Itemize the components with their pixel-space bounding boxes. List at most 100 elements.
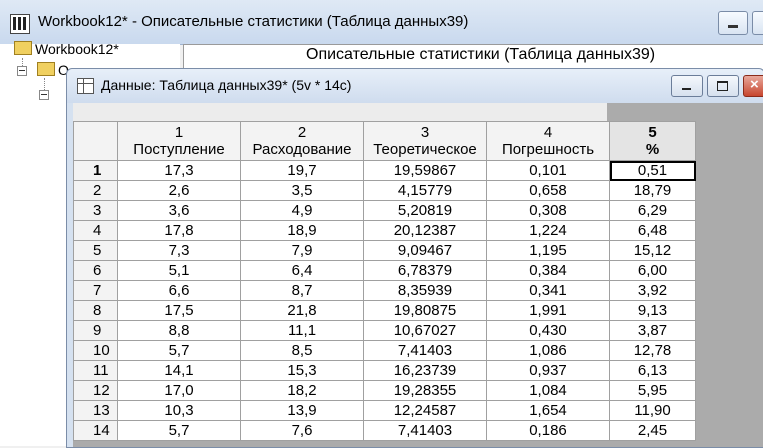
table-cell[interactable]: 7,41403 xyxy=(363,340,487,361)
table-cell[interactable]: 20,12387 xyxy=(363,220,487,241)
table-cell[interactable]: 0,51 xyxy=(609,160,696,181)
table-cell[interactable]: 9,09467 xyxy=(363,240,487,261)
table-cell[interactable]: 17,5 xyxy=(117,300,241,321)
column-header-3[interactable]: 3 Теоретическое xyxy=(363,121,487,161)
table-cell[interactable]: 13,9 xyxy=(240,400,364,421)
table-cell[interactable]: 1,654 xyxy=(486,400,610,421)
tree-collapse-icon[interactable] xyxy=(17,66,27,76)
row-header[interactable]: 8 xyxy=(73,300,118,321)
table-cell[interactable]: 16,23739 xyxy=(363,360,487,381)
table-cell[interactable]: 14,1 xyxy=(117,360,241,381)
row-header[interactable]: 14 xyxy=(73,420,118,441)
column-header-2[interactable]: 2 Расходование xyxy=(240,121,364,161)
spreadsheet-grid[interactable]: 1 Поступление 2 Расходование 3 Теоретическое 4… xyxy=(73,103,763,447)
table-cell[interactable]: 17,3 xyxy=(117,160,241,181)
table-cell[interactable]: 18,79 xyxy=(609,180,696,201)
table-cell[interactable]: 10,67027 xyxy=(363,320,487,341)
data-window-minimize-button[interactable] xyxy=(671,75,703,97)
table-cell[interactable]: 5,7 xyxy=(117,340,241,361)
grid-corner-cell[interactable] xyxy=(73,121,118,161)
table-cell[interactable]: 3,92 xyxy=(609,280,696,301)
table-cell[interactable]: 12,24587 xyxy=(363,400,487,421)
table-cell[interactable]: 6,29 xyxy=(609,200,696,221)
table-cell[interactable]: 5,1 xyxy=(117,260,241,281)
row-header[interactable]: 4 xyxy=(73,220,118,241)
table-cell[interactable]: 7,41403 xyxy=(363,420,487,441)
table-cell[interactable]: 2,45 xyxy=(609,420,696,441)
data-window-close-button[interactable]: × xyxy=(743,75,763,97)
table-cell[interactable]: 15,12 xyxy=(609,240,696,261)
table-cell[interactable]: 7,3 xyxy=(117,240,241,261)
table-cell[interactable]: 6,00 xyxy=(609,260,696,281)
table-cell[interactable]: 3,5 xyxy=(240,180,364,201)
row-header[interactable]: 7 xyxy=(73,280,118,301)
table-cell[interactable]: 8,7 xyxy=(240,280,364,301)
column-header-5[interactable]: 5% xyxy=(609,121,696,161)
tree-item-output[interactable]: О xyxy=(37,62,69,78)
table-cell[interactable]: 1,991 xyxy=(486,300,610,321)
table-cell[interactable]: 19,80875 xyxy=(363,300,487,321)
table-cell[interactable]: 8,35939 xyxy=(363,280,487,301)
row-header[interactable]: 13 xyxy=(73,400,118,421)
table-cell[interactable]: 1,224 xyxy=(486,220,610,241)
table-cell[interactable]: 7,6 xyxy=(240,420,364,441)
table-cell[interactable]: 18,2 xyxy=(240,380,364,401)
table-cell[interactable]: 1,084 xyxy=(486,380,610,401)
table-cell[interactable]: 4,9 xyxy=(240,200,364,221)
table-cell[interactable]: 1,086 xyxy=(486,340,610,361)
table-cell[interactable]: 6,78379 xyxy=(363,260,487,281)
table-cell[interactable]: 6,4 xyxy=(240,260,364,281)
tree-collapse-icon[interactable] xyxy=(39,90,49,100)
table-cell[interactable]: 6,6 xyxy=(117,280,241,301)
table-cell[interactable]: 19,7 xyxy=(240,160,364,181)
table-cell[interactable]: 3,6 xyxy=(117,200,241,221)
table-cell[interactable]: 17,0 xyxy=(117,380,241,401)
workbook-minimize-button[interactable] xyxy=(718,11,748,35)
table-cell[interactable]: 5,7 xyxy=(117,420,241,441)
table-cell[interactable]: 17,8 xyxy=(117,220,241,241)
data-window-maximize-button[interactable] xyxy=(707,75,739,97)
table-cell[interactable]: 6,48 xyxy=(609,220,696,241)
table-cell[interactable]: 0,658 xyxy=(486,180,610,201)
row-header[interactable]: 12 xyxy=(73,380,118,401)
table-cell[interactable]: 19,28355 xyxy=(363,380,487,401)
table-cell[interactable]: 0,101 xyxy=(486,160,610,181)
row-header[interactable]: 2 xyxy=(73,180,118,201)
column-header-4[interactable]: 4 Погрешность xyxy=(486,121,610,161)
row-header[interactable]: 3 xyxy=(73,200,118,221)
table-cell[interactable]: 11,1 xyxy=(240,320,364,341)
workbook-maximize-button[interactable] xyxy=(752,11,763,35)
table-cell[interactable]: 19,59867 xyxy=(363,160,487,181)
table-cell[interactable]: 11,90 xyxy=(609,400,696,421)
column-header-1[interactable]: 1 Поступление xyxy=(117,121,241,161)
table-cell[interactable]: 6,13 xyxy=(609,360,696,381)
table-cell[interactable]: 8,8 xyxy=(117,320,241,341)
row-header[interactable]: 1 xyxy=(73,160,118,181)
table-cell[interactable]: 1,195 xyxy=(486,240,610,261)
table-cell[interactable]: 18,9 xyxy=(240,220,364,241)
table-cell[interactable]: 0,341 xyxy=(486,280,610,301)
table-cell[interactable]: 0,308 xyxy=(486,200,610,221)
tree-item-workbook[interactable]: Workbook12* xyxy=(14,41,119,57)
table-cell[interactable]: 5,20819 xyxy=(363,200,487,221)
table-cell[interactable]: 4,15779 xyxy=(363,180,487,201)
table-cell[interactable]: 9,13 xyxy=(609,300,696,321)
table-cell[interactable]: 0,430 xyxy=(486,320,610,341)
table-cell[interactable]: 10,3 xyxy=(117,400,241,421)
table-cell[interactable]: 0,384 xyxy=(486,260,610,281)
table-cell[interactable]: 0,186 xyxy=(486,420,610,441)
table-cell[interactable]: 0,937 xyxy=(486,360,610,381)
table-cell[interactable]: 21,8 xyxy=(240,300,364,321)
row-header[interactable]: 6 xyxy=(73,260,118,281)
table-cell[interactable]: 2,6 xyxy=(117,180,241,201)
row-header[interactable]: 9 xyxy=(73,320,118,341)
table-cell[interactable]: 15,3 xyxy=(240,360,364,381)
row-header[interactable]: 10 xyxy=(73,340,118,361)
table-cell[interactable]: 12,78 xyxy=(609,340,696,361)
table-cell[interactable]: 3,87 xyxy=(609,320,696,341)
table-cell[interactable]: 7,9 xyxy=(240,240,364,261)
table-cell[interactable]: 5,95 xyxy=(609,380,696,401)
row-header[interactable]: 11 xyxy=(73,360,118,381)
table-cell[interactable]: 8,5 xyxy=(240,340,364,361)
row-header[interactable]: 5 xyxy=(73,240,118,261)
